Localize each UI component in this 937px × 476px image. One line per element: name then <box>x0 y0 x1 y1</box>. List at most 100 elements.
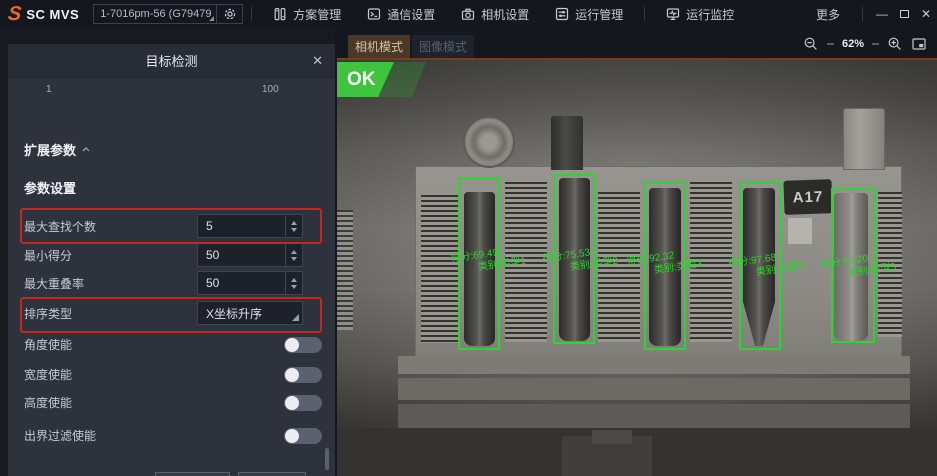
field-value: 50 <box>198 276 285 290</box>
field-value: 5 <box>198 219 285 233</box>
toggle-label: 角度使能 <box>24 338 72 352</box>
rack-rail <box>398 356 910 374</box>
close-icon: ✕ <box>921 7 931 21</box>
device-selector-value: 1-7016pm-56 (G79479 <box>100 8 211 20</box>
rack-rail <box>398 378 910 400</box>
divider <box>862 7 863 21</box>
toggle-label: 出界过滤使能 <box>24 429 96 443</box>
zoom-level: 62% <box>842 38 864 50</box>
round-cap <box>463 116 515 168</box>
dropdown-corner-icon <box>209 16 214 21</box>
tube-top <box>843 108 885 170</box>
field-label: 最大查找个数 <box>24 218 96 235</box>
field-value: 50 <box>198 248 285 262</box>
field-row-max-overlap: 最大重叠率 50 <box>24 271 319 295</box>
spinner-down-icon <box>291 228 297 232</box>
menu-label: 运行监控 <box>686 6 734 23</box>
menu-communication-settings[interactable]: 通信设置 <box>354 6 448 23</box>
field-value: X坐标升序 <box>198 305 302 322</box>
maximize-icon <box>900 10 909 18</box>
slider-min-label: 1 <box>46 84 52 95</box>
field-label: 最小得分 <box>24 247 72 264</box>
angle-enable-toggle[interactable] <box>284 337 322 353</box>
chevron-up-icon <box>82 147 90 152</box>
section-extended-params[interactable]: 扩展参数 <box>24 140 90 159</box>
panel-header: 目标检测 ✕ <box>8 44 335 78</box>
dropdown-corner-icon <box>292 314 299 321</box>
close-button[interactable]: ✕ <box>915 0 937 28</box>
zoom-controls: 62% <box>803 28 927 60</box>
menu-label: 通信设置 <box>387 6 435 23</box>
menu-run-management[interactable]: 运行管理 <box>542 6 636 23</box>
field-row-sort-type: 排序类型 X坐标升序 <box>24 301 319 325</box>
panel-bottom-button-2[interactable] <box>238 472 306 476</box>
toggle-row-width-enable: 宽度使能 <box>24 365 319 385</box>
maximize-button[interactable] <box>893 0 915 28</box>
toggle-knob <box>285 338 299 352</box>
floor-block <box>592 430 632 444</box>
field-label: 排序类型 <box>24 305 72 322</box>
device-selector-group: 1-7016pm-56 (G79479 <box>93 4 243 24</box>
toggle-row-out-of-bounds-filter: 出界过滤使能 <box>24 426 319 446</box>
spinner-down-icon <box>291 257 297 261</box>
terminal-icon <box>367 7 381 21</box>
more-label: 更多 <box>816 6 840 23</box>
divider <box>872 43 879 45</box>
device-settings-button[interactable] <box>216 5 242 23</box>
height-enable-toggle[interactable] <box>284 395 322 411</box>
gear-icon <box>223 7 237 21</box>
divider <box>644 7 645 21</box>
spinner-buttons[interactable] <box>285 244 302 266</box>
toggle-row-angle-enable: 角度使能 <box>24 335 319 355</box>
field-row-min-score: 最小得分 50 <box>24 243 319 267</box>
max-find-count-spinner[interactable]: 5 <box>197 214 303 238</box>
width-enable-toggle[interactable] <box>284 367 322 383</box>
max-overlap-spinner[interactable]: 50 <box>197 271 303 295</box>
toggle-knob <box>285 396 299 410</box>
min-score-spinner[interactable]: 50 <box>197 243 303 267</box>
sort-type-dropdown[interactable]: X坐标升序 <box>197 301 303 325</box>
divider <box>251 7 252 21</box>
spinner-buttons[interactable] <box>285 272 302 294</box>
camera-icon <box>461 7 475 21</box>
menu-camera-settings[interactable]: 相机设置 <box>448 6 542 23</box>
menu-scheme-management[interactable]: 方案管理 <box>260 6 354 23</box>
field-row-max-find-count: 最大查找个数 5 <box>24 214 319 238</box>
slider-max-label: 100 <box>262 84 279 95</box>
zoom-in-icon[interactable] <box>887 36 903 52</box>
barcode <box>337 210 353 330</box>
menu-label: 运行管理 <box>575 6 623 23</box>
minimize-button[interactable]: — <box>871 0 893 28</box>
rack-label-chip <box>788 218 812 244</box>
spinner-buttons[interactable] <box>285 215 302 237</box>
scheme-icon <box>273 7 287 21</box>
tube-top <box>551 116 583 170</box>
toggle-label: 宽度使能 <box>24 368 72 382</box>
menu-label: 方案管理 <box>293 6 341 23</box>
rack-rail <box>398 404 910 428</box>
panel-title: 目标检测 <box>145 51 197 70</box>
tab-camera-mode[interactable]: 相机模式 <box>348 35 410 58</box>
fit-to-window-icon[interactable] <box>911 36 927 52</box>
zoom-out-icon[interactable] <box>803 36 819 52</box>
spinner-up-icon <box>291 278 297 282</box>
panel-bottom-button-1[interactable] <box>155 472 230 476</box>
toggle-knob <box>285 429 299 443</box>
monitor-icon <box>666 7 680 21</box>
section-param-settings: 参数设置 <box>24 178 76 197</box>
app-brand: SC MVS <box>26 7 79 22</box>
spinner-up-icon <box>291 221 297 225</box>
toggle-knob <box>285 368 299 382</box>
menu-run-monitoring[interactable]: 运行监控 <box>653 6 747 23</box>
tab-image-mode[interactable]: 图像模式 <box>412 35 474 58</box>
panel-scrollbar[interactable] <box>325 448 329 470</box>
app-logo-icon: S <box>7 0 23 28</box>
menu-label: 相机设置 <box>481 6 529 23</box>
spinner-down-icon <box>291 285 297 289</box>
rack-label: A17 <box>783 179 832 215</box>
device-selector[interactable]: 1-7016pm-56 (G79479 <box>94 5 216 23</box>
out-of-bounds-filter-toggle[interactable] <box>284 428 322 444</box>
camera-image[interactable]: A17 得分:69.49 类别:类型1 得分:75.53 类别:类型2 得分:9… <box>337 58 937 476</box>
more-button[interactable]: 更多 <box>802 6 854 23</box>
panel-close-button[interactable]: ✕ <box>312 44 323 78</box>
